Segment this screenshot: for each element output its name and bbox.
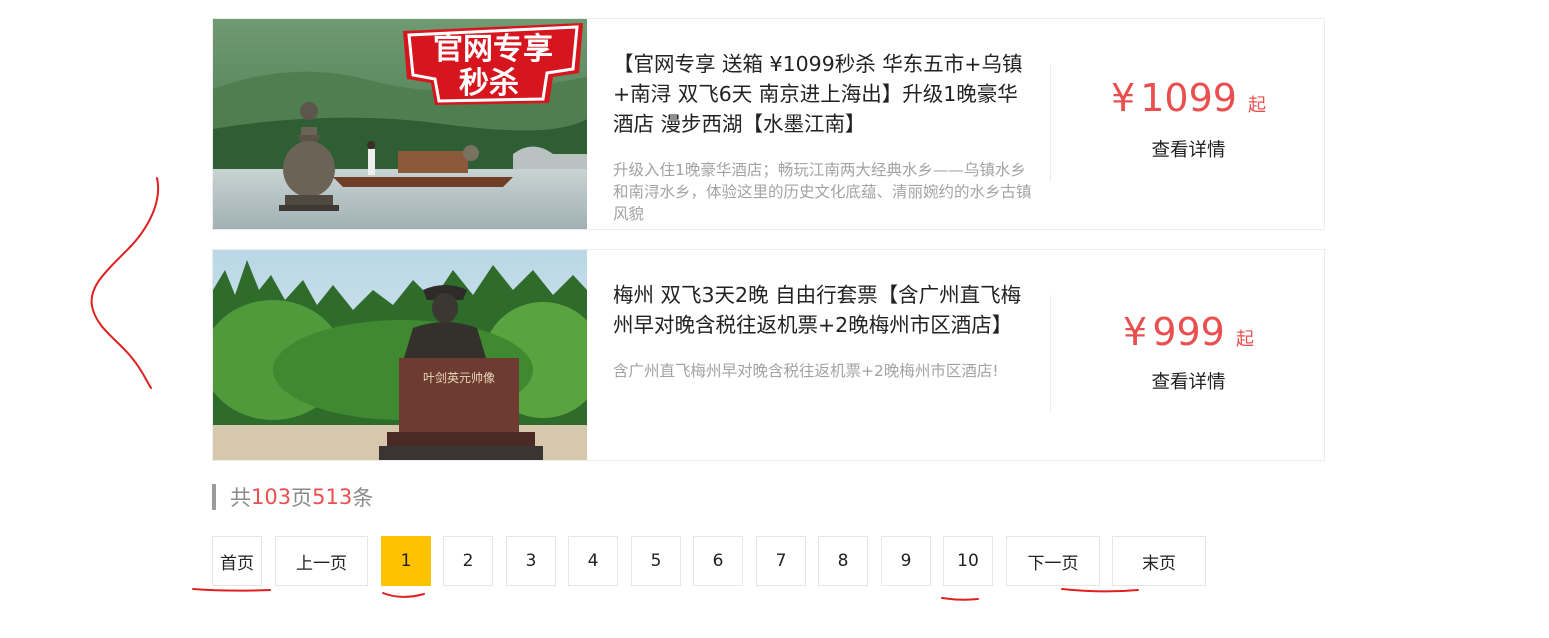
currency-symbol: ¥ bbox=[1110, 76, 1136, 120]
statue-memorial-image: 叶剑英元帅像 bbox=[213, 250, 587, 460]
page-button-6[interactable]: 6 bbox=[693, 536, 743, 586]
currency-symbol: ¥ bbox=[1123, 310, 1148, 354]
price-suffix: 起 bbox=[1248, 95, 1267, 116]
product-image[interactable]: 官网专享 秒杀 bbox=[213, 19, 587, 229]
prev-page-button[interactable]: 上一页 bbox=[275, 536, 368, 586]
page-button-2[interactable]: 2 bbox=[443, 536, 493, 586]
product-image[interactable]: 叶剑英元帅像 bbox=[213, 250, 587, 460]
page-button-3[interactable]: 3 bbox=[506, 536, 556, 586]
page-button-7[interactable]: 7 bbox=[756, 536, 806, 586]
summary-prefix: 共 bbox=[230, 486, 251, 510]
product-title[interactable]: 梅州 双飞3天2晚 自由行套票【含广州直飞梅州早对晚含税往返机票+2晚梅州市区酒… bbox=[613, 280, 1033, 340]
product-card[interactable]: 官网专享 秒杀 【官网专享 送箱 ¥1099秒杀 华东五市+乌镇+南浔 双飞6天… bbox=[212, 18, 1325, 230]
page-unit: 页 bbox=[291, 486, 313, 510]
annotation-underline-10 bbox=[941, 597, 979, 601]
page-button-9[interactable]: 9 bbox=[881, 536, 931, 586]
page-button-4[interactable]: 4 bbox=[568, 536, 618, 586]
product-title[interactable]: 【官网专享 送箱 ¥1099秒杀 华东五市+乌镇+南浔 双飞6天 南京进上海出】… bbox=[613, 49, 1033, 139]
lake-pagoda-image: 官网专享 秒杀 bbox=[213, 19, 587, 229]
page-button-5[interactable]: 5 bbox=[631, 536, 681, 586]
annotation-underline-current bbox=[382, 592, 425, 598]
result-summary: 共 103 页 513 条 bbox=[212, 483, 373, 511]
svg-text:叶剑英元帅像: 叶剑英元帅像 bbox=[423, 370, 495, 385]
price: ¥ 999 起 bbox=[1051, 308, 1324, 356]
price-value: 999 bbox=[1152, 310, 1225, 354]
annotation-underline-first bbox=[192, 588, 271, 592]
view-details-link[interactable]: 查看详情 bbox=[1051, 136, 1324, 162]
product-card[interactable]: 叶剑英元帅像 梅州 双飞3天2晚 自由行套票【含广州直飞梅州早对晚含税往返机票+… bbox=[212, 249, 1325, 461]
first-page-button[interactable]: 首页 bbox=[212, 536, 262, 586]
summary-accent-bar bbox=[212, 484, 216, 510]
price-value: 1099 bbox=[1140, 76, 1237, 120]
annotation-underline-next bbox=[1061, 588, 1139, 593]
svg-text:秒杀: 秒杀 bbox=[459, 66, 519, 101]
last-page-button[interactable]: 末页 bbox=[1112, 536, 1206, 586]
total-records: 513 bbox=[312, 485, 353, 509]
svg-text:官网专享: 官网专享 bbox=[433, 32, 553, 67]
next-page-button[interactable]: 下一页 bbox=[1006, 536, 1100, 586]
product-description: 含广州直飞梅州早对晚含税往返机票+2晚梅州市区酒店! bbox=[613, 362, 999, 380]
total-pages: 103 bbox=[251, 485, 292, 509]
record-unit: 条 bbox=[352, 486, 374, 510]
page-button-8[interactable]: 8 bbox=[818, 536, 868, 586]
page-button-10[interactable]: 10 bbox=[943, 536, 993, 586]
price-panel: ¥ 1099 起 查看详情 bbox=[1051, 19, 1324, 229]
page-button-1[interactable]: 1 bbox=[381, 536, 431, 586]
product-description: 升级入住1晚豪华酒店；畅玩江南两大经典水乡——乌镇水乡和南浔水乡，体验这里的历史… bbox=[613, 161, 1032, 223]
annotation-bracket bbox=[90, 177, 160, 389]
price: ¥ 1099 起 bbox=[1051, 74, 1324, 122]
price-panel: ¥ 999 起 查看详情 bbox=[1051, 250, 1324, 460]
view-details-link[interactable]: 查看详情 bbox=[1051, 368, 1324, 394]
price-suffix: 起 bbox=[1235, 329, 1254, 350]
